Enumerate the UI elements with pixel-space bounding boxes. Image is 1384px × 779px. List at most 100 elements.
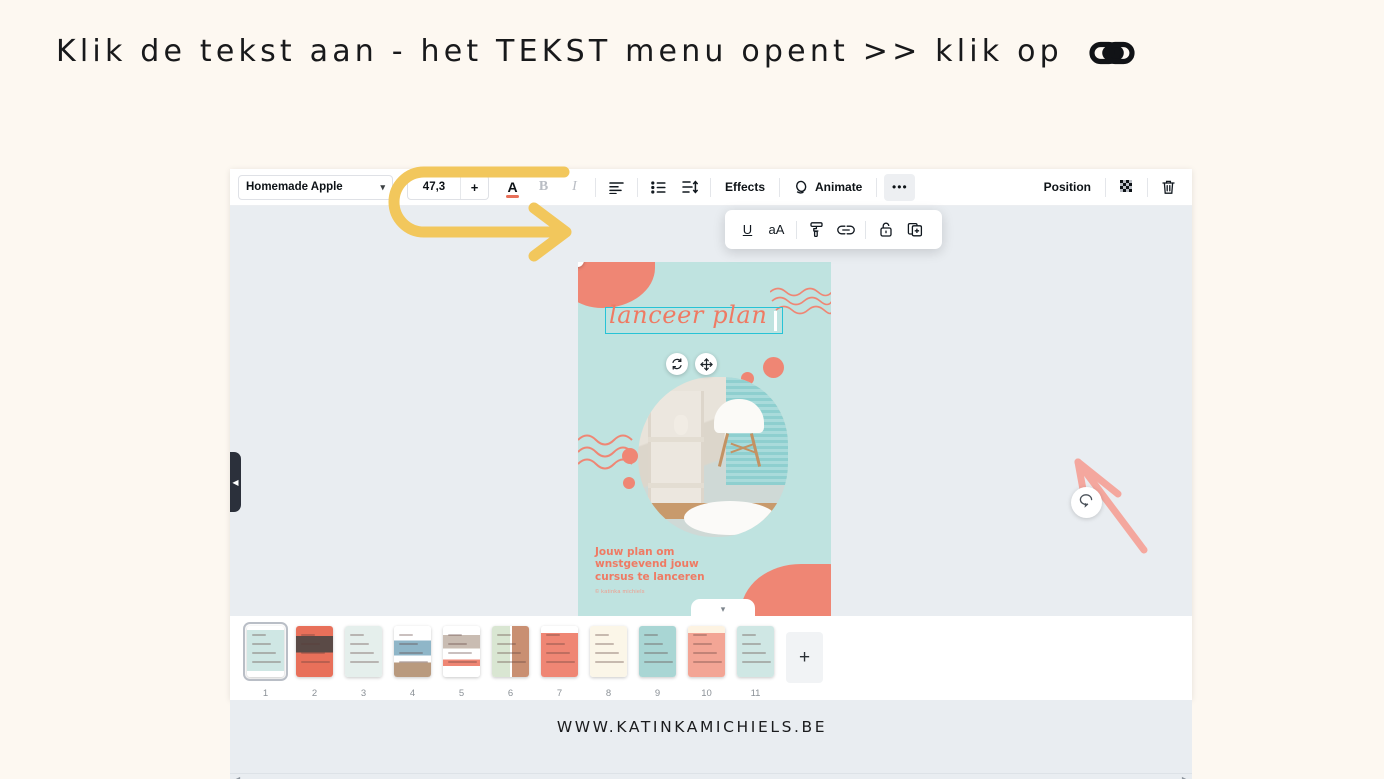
collapse-pages-handle[interactable]: ▾: [691, 599, 755, 617]
selected-text-value: lanceer plan: [609, 301, 768, 329]
page-thumbnail-preview: [243, 622, 288, 681]
page-thumbnail-5[interactable]: 5: [437, 626, 486, 699]
page-thumbnail-preview: [394, 626, 431, 677]
design-canvas-page-1[interactable]: Jouw plan om wnstgevend jouw cursus te l…: [578, 262, 831, 620]
position-label: Position: [1043, 180, 1091, 194]
page-number: 9: [654, 688, 661, 699]
chevron-down-icon: ▾: [380, 181, 385, 192]
thumbnail-line: [301, 661, 330, 663]
photo-rug: [684, 501, 776, 535]
page-number: 8: [605, 688, 612, 699]
selected-text-element[interactable]: lanceer plan: [605, 301, 783, 334]
text-toolbar: Homemade Apple ▾ 47,3 + A B I Effects An…: [230, 169, 1192, 206]
move-icon[interactable]: [695, 353, 717, 375]
page-number: 11: [750, 688, 761, 699]
thumbnail-line: [350, 661, 379, 663]
canvas-body-heading[interactable]: Jouw plan om wnstgevend jouw cursus te l…: [595, 546, 735, 584]
more-options-button[interactable]: •••: [884, 173, 916, 201]
comment-icon: [1079, 493, 1095, 513]
text-case-label: aA: [768, 222, 785, 237]
transparency-icon[interactable]: [1113, 174, 1140, 201]
page-thumbnail-9[interactable]: 9: [633, 626, 682, 699]
page-thumbnail-6[interactable]: 6: [486, 626, 535, 699]
divider: [796, 220, 797, 239]
thumbnail-line: [448, 652, 472, 654]
text-caret: [774, 311, 777, 331]
thumbnail-line: [644, 643, 663, 645]
page-thumbnail-7[interactable]: 7: [535, 626, 584, 699]
page-thumbnail-preview: [688, 626, 725, 677]
thumbnail-line: [644, 652, 668, 654]
text-case-button[interactable]: aA: [762, 215, 791, 244]
collapse-sidebar-handle[interactable]: ◀: [230, 452, 241, 512]
page-number: 3: [360, 688, 367, 699]
chevron-left-icon: ◀: [232, 477, 239, 487]
annotation-arrow-yellow: [386, 164, 586, 314]
decor-squiggle-left: [578, 430, 644, 476]
effects-button[interactable]: Effects: [716, 174, 774, 201]
canva-editor-window: Homemade Apple ▾ 47,3 + A B I Effects An…: [230, 169, 1192, 779]
text-align-left-icon[interactable]: [603, 174, 630, 201]
page-thumbnail-3[interactable]: 3: [339, 626, 388, 699]
decor-dot: [763, 357, 784, 378]
line-spacing-icon[interactable]: [676, 174, 703, 201]
link-icon[interactable]: [831, 215, 860, 244]
photo-shelf-line: [648, 437, 704, 442]
thumbnail-line: [350, 634, 364, 636]
effects-label: Effects: [725, 180, 766, 194]
page-thumbnail-preview: [492, 626, 529, 677]
thumbnail-line: [546, 643, 565, 645]
page-thumbnail-preview: [443, 626, 480, 677]
thumbnail-line: [399, 643, 418, 645]
page-number: 5: [458, 688, 465, 699]
thumbnail-line: [693, 652, 717, 654]
thumbnail-line: [693, 634, 707, 636]
thumbnail-line: [644, 661, 673, 663]
underline-button[interactable]: U: [733, 215, 762, 244]
page-thumbnail-11[interactable]: 11: [731, 626, 780, 699]
position-button[interactable]: Position: [1035, 174, 1100, 201]
animate-button[interactable]: Animate: [785, 174, 871, 201]
thumbnail-line: [301, 652, 325, 654]
trash-icon[interactable]: [1155, 174, 1182, 201]
copy-style-icon[interactable]: [802, 215, 831, 244]
rotate-icon[interactable]: [666, 353, 688, 375]
page-thumbnail-10[interactable]: 10: [682, 626, 731, 699]
comment-button[interactable]: [1071, 487, 1102, 518]
photo-shelf: [648, 391, 704, 511]
thumbnail-line: [644, 634, 658, 636]
photo-shelf-line: [648, 483, 704, 488]
page-thumbnail-8[interactable]: 8: [584, 626, 633, 699]
page-thumbnail-2[interactable]: 2: [290, 626, 339, 699]
divider: [1147, 177, 1148, 197]
bullet-list-icon[interactable]: [645, 174, 672, 201]
footer-url: WWW.KATINKAMICHIELS.BE: [556, 718, 828, 736]
horizontal-scrollbar[interactable]: ◀ ▶: [230, 773, 1192, 779]
page-thumbnail-preview: [590, 626, 627, 677]
page-thumbnail-preview: [345, 626, 382, 677]
chevron-down-icon: ▾: [720, 604, 726, 614]
thumbnail-line: [448, 643, 467, 645]
thumbnail-line: [350, 643, 369, 645]
page-thumbnail-1[interactable]: 1: [241, 622, 290, 699]
page-thumbnail-4[interactable]: 4: [388, 626, 437, 699]
font-family-dropdown[interactable]: Homemade Apple ▾: [238, 174, 393, 200]
thumbnail-line: [399, 652, 423, 654]
thumbnail-line: [742, 643, 761, 645]
screenshot-root: Klik de tekst aan - het TEKST menu opent…: [0, 0, 1384, 779]
thumbnail-line: [546, 634, 560, 636]
lock-icon[interactable]: [871, 215, 900, 244]
triangle-left-icon[interactable]: ◀: [234, 775, 240, 779]
duplicate-icon[interactable]: [900, 215, 929, 244]
thumbnail-line: [742, 661, 771, 663]
thumbnail-line: [448, 634, 462, 636]
font-family-value: Homemade Apple: [246, 181, 343, 193]
triangle-right-icon[interactable]: ▶: [1182, 775, 1188, 779]
add-page-button[interactable]: +: [786, 632, 823, 683]
animate-icon: [794, 180, 809, 195]
thumbnail-line: [595, 661, 624, 663]
thumbnail-line: [497, 643, 516, 645]
divider: [710, 177, 711, 197]
thumbnail-line: [595, 643, 614, 645]
thumbnail-line: [546, 652, 570, 654]
